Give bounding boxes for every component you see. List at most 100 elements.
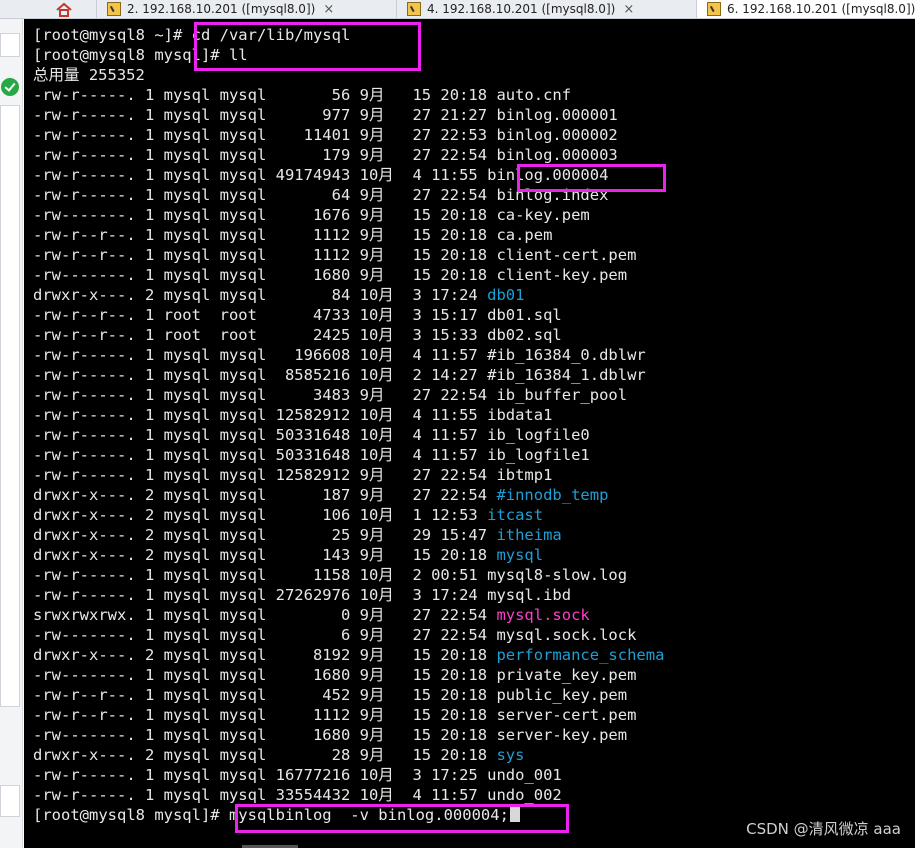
listing-row: -rw-r-----. 1 mysql mysql 12582912 10月 4… bbox=[33, 405, 664, 425]
check-circle-icon bbox=[1, 78, 19, 96]
file-attributes: -rw-r-----. 1 mysql mysql 50331648 10月 4… bbox=[33, 426, 488, 444]
listing-row: -rw-r-----. 1 mysql mysql 11401 9月 27 22… bbox=[33, 125, 664, 145]
listing-row: -rw-------. 1 mysql mysql 1680 9月 15 20:… bbox=[33, 665, 664, 685]
file-name: public_key.pem bbox=[496, 686, 628, 704]
listing-row: -rw-------. 1 mysql mysql 6 9月 27 22:54 … bbox=[33, 625, 664, 645]
listing-row: -rw-r-----. 1 mysql mysql 8585216 10月 2 … bbox=[33, 365, 664, 385]
listing-row: -rw-r-----. 1 mysql mysql 16777216 10月 3… bbox=[33, 765, 664, 785]
file-name: ib_buffer_pool bbox=[496, 386, 628, 404]
file-name: private_key.pem bbox=[496, 666, 637, 684]
file-name: ib_logfile1 bbox=[487, 446, 590, 464]
file-attributes: -rw-r-----. 1 mysql mysql 3483 9月 27 22:… bbox=[33, 386, 497, 404]
file-attributes: drwxr-x---. 2 mysql mysql 84 10月 3 17:24 bbox=[33, 286, 488, 304]
line-text: 总用量 255352 bbox=[33, 66, 145, 84]
file-attributes: -rw-r-----. 1 mysql mysql 64 9月 27 22:54 bbox=[33, 186, 497, 204]
listing-row: -rw-r-----. 1 mysql mysql 64 9月 27 22:54… bbox=[33, 185, 664, 205]
listing-row: -rw-r--r--. 1 mysql mysql 452 9月 15 20:1… bbox=[33, 685, 664, 705]
listing-row: drwxr-x---. 2 mysql mysql 84 10月 3 17:24… bbox=[33, 285, 664, 305]
file-name: ca.pem bbox=[496, 226, 553, 244]
home-button[interactable] bbox=[44, 0, 84, 18]
file-name: #ib_16384_1.dblwr bbox=[487, 366, 646, 384]
session-tab-bar: 2. 192.168.10.201 ([mysql8.0]) × 4. 192.… bbox=[0, 0, 915, 19]
socket-name: mysql.sock bbox=[496, 606, 590, 624]
file-name: binlog.000003 bbox=[496, 146, 618, 164]
listing-row: -rw-r-----. 1 mysql mysql 179 9月 27 22:5… bbox=[33, 145, 664, 165]
directory-name: db01 bbox=[487, 286, 525, 304]
listing-row: -rw-r-----. 1 mysql mysql 196608 10月 4 1… bbox=[33, 345, 664, 365]
file-name: db02.sql bbox=[487, 326, 562, 344]
close-icon[interactable]: × bbox=[323, 2, 334, 17]
listing-row: -rw-r-----. 1 mysql mysql 50331648 10月 4… bbox=[33, 445, 664, 465]
file-attributes: -rw-r-----. 1 mysql mysql 8585216 10月 2 … bbox=[33, 366, 488, 384]
file-attributes: -rw-r-----. 1 mysql mysql 12582912 10月 4… bbox=[33, 406, 488, 424]
listing-row: srwxrwxrwx. 1 mysql mysql 0 9月 27 22:54 … bbox=[33, 605, 664, 625]
file-attributes: -rw-r-----. 1 mysql mysql 33554432 10月 4… bbox=[33, 786, 488, 804]
file-attributes: -rw-r-----. 1 mysql mysql 179 9月 27 22:5… bbox=[33, 146, 497, 164]
directory-name: itheima bbox=[496, 526, 562, 544]
file-attributes: -rw-r-----. 1 mysql mysql 50331648 10月 4… bbox=[33, 446, 488, 464]
directory-name: #innodb_temp bbox=[496, 486, 609, 504]
file-name: db01.sql bbox=[487, 306, 562, 324]
listing-row: drwxr-x---. 2 mysql mysql 28 9月 15 20:18… bbox=[33, 745, 664, 765]
file-name: #ib_16384_0.dblwr bbox=[487, 346, 646, 364]
terminal-text-line: [root@mysql8 mysql]# ll bbox=[33, 45, 664, 65]
listing-row: -rw-------. 1 mysql mysql 1680 9月 15 20:… bbox=[33, 265, 664, 285]
file-attributes: -rw-r-----. 1 mysql mysql 11401 9月 27 22… bbox=[33, 126, 497, 144]
file-attributes: -rw-------. 1 mysql mysql 1676 9月 15 20:… bbox=[33, 206, 497, 224]
file-attributes: -rw-r-----. 1 mysql mysql 196608 10月 4 1… bbox=[33, 346, 488, 364]
side-panel-box bbox=[0, 785, 20, 817]
listing-row: drwxr-x---. 2 mysql mysql 143 9月 15 20:1… bbox=[33, 545, 664, 565]
directory-name: performance_schema bbox=[496, 646, 665, 664]
file-attributes: -rw-r--r--. 1 mysql mysql 452 9月 15 20:1… bbox=[33, 686, 497, 704]
listing-row: -rw-r--r--. 1 mysql mysql 1112 9月 15 20:… bbox=[33, 245, 664, 265]
listing-row: -rw-r-----. 1 mysql mysql 3483 9月 27 22:… bbox=[33, 385, 664, 405]
listing-row: -rw-r-----. 1 mysql mysql 12582912 9月 27… bbox=[33, 465, 664, 485]
command-prompt-line: [root@mysql8 mysql]# mysqlbinlog -v binl… bbox=[33, 805, 664, 825]
file-attributes: drwxr-x---. 2 mysql mysql 25 9月 29 15:47 bbox=[33, 526, 497, 544]
file-name: mysql.ibd bbox=[487, 586, 572, 604]
close-icon[interactable]: × bbox=[623, 2, 634, 17]
file-attributes: srwxrwxrwx. 1 mysql mysql 0 9月 27 22:54 bbox=[33, 606, 497, 624]
file-name: server-key.pem bbox=[496, 726, 628, 744]
file-name: undo_002 bbox=[487, 786, 562, 804]
file-attributes: -rw-------. 1 mysql mysql 1680 9月 15 20:… bbox=[33, 666, 497, 684]
listing-row: -rw-r-----. 1 mysql mysql 977 9月 27 21:2… bbox=[33, 105, 664, 125]
terminal-session-icon bbox=[107, 2, 121, 16]
line-text: [root@mysql8 ~]# cd /var/lib/mysql bbox=[33, 26, 351, 44]
session-tab-4[interactable]: 4. 192.168.10.201 ([mysql8.0]) × bbox=[396, 0, 707, 18]
terminal-output[interactable]: [root@mysql8 ~]# cd /var/lib/mysql [root@… bbox=[24, 19, 915, 848]
file-name: server-cert.pem bbox=[496, 706, 637, 724]
session-tab-6[interactable]: 6. 192.168.10.201 ([mysql8.0]) bbox=[696, 0, 915, 18]
file-attributes: -rw-r-----. 1 mysql mysql 27262976 10月 3… bbox=[33, 586, 488, 604]
listing-row: drwxr-x---. 2 mysql mysql 25 9月 29 15:47… bbox=[33, 525, 664, 545]
listing-row: -rw-r-----. 1 mysql mysql 56 9月 15 20:18… bbox=[33, 85, 664, 105]
listing-row: drwxr-x---. 2 mysql mysql 8192 9月 15 20:… bbox=[33, 645, 664, 665]
file-attributes: drwxr-x---. 2 mysql mysql 106 10月 1 12:5… bbox=[33, 506, 488, 524]
file-attributes: -rw-r--r--. 1 mysql mysql 1112 9月 15 20:… bbox=[33, 706, 497, 724]
listing-row: drwxr-x---. 2 mysql mysql 106 10月 1 12:5… bbox=[33, 505, 664, 525]
file-name: client-key.pem bbox=[496, 266, 628, 284]
file-attributes: -rw-r-----. 1 mysql mysql 1158 10月 2 00:… bbox=[33, 566, 488, 584]
file-attributes: -rw-r--r--. 1 mysql mysql 1112 9月 15 20:… bbox=[33, 226, 497, 244]
session-tab-2[interactable]: 2. 192.168.10.201 ([mysql8.0]) × bbox=[96, 0, 407, 18]
directory-name: sys bbox=[496, 746, 525, 764]
file-attributes: -rw-r--r--. 1 mysql mysql 1112 9月 15 20:… bbox=[33, 246, 497, 264]
file-attributes: drwxr-x---. 2 mysql mysql 8192 9月 15 20:… bbox=[33, 646, 497, 664]
file-name: client-cert.pem bbox=[496, 246, 637, 264]
file-attributes: -rw-r-----. 1 mysql mysql 16777216 10月 3… bbox=[33, 766, 488, 784]
listing-row: -rw-r-----. 1 mysql mysql 27262976 10月 3… bbox=[33, 585, 664, 605]
text-cursor bbox=[509, 807, 520, 822]
file-attributes: -rw-r--r--. 1 root root 4733 10月 3 15:17 bbox=[33, 306, 488, 324]
file-name: ibtmp1 bbox=[496, 466, 553, 484]
listing-row: -rw-r-----. 1 mysql mysql 33554432 10月 4… bbox=[33, 785, 664, 805]
file-name: mysql8-slow.log bbox=[487, 566, 628, 584]
listing-row: -rw-r-----. 1 mysql mysql 50331648 10月 4… bbox=[33, 425, 664, 445]
file-attributes: drwxr-x---. 2 mysql mysql 187 9月 27 22:5… bbox=[33, 486, 497, 504]
terminal-text-line: 总用量 255352 bbox=[33, 65, 664, 85]
watermark: CSDN @清风微凉 aaa bbox=[746, 820, 901, 838]
terminal-lines: [root@mysql8 ~]# cd /var/lib/mysql [root@… bbox=[33, 25, 664, 825]
listing-row: -rw-------. 1 mysql mysql 1680 9月 15 20:… bbox=[33, 725, 664, 745]
file-name: mysql.sock.lock bbox=[496, 626, 637, 644]
file-attributes: -rw-------. 1 mysql mysql 1680 9月 15 20:… bbox=[33, 726, 497, 744]
tab-label: 6. 192.168.10.201 ([mysql8.0]) bbox=[727, 2, 915, 16]
